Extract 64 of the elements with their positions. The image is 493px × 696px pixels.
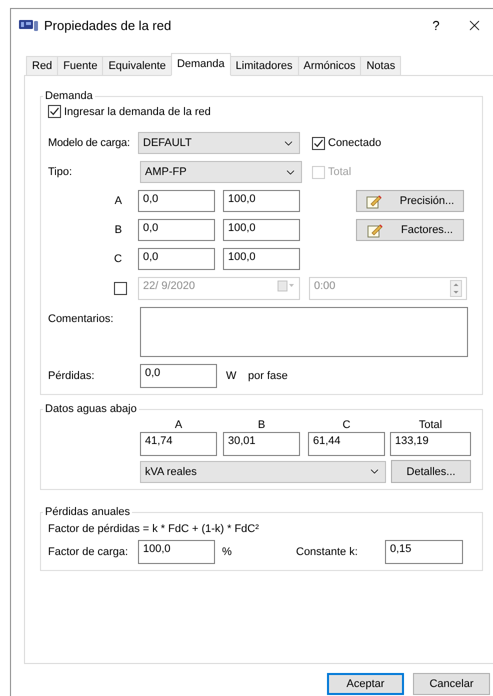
input-field[interactable]: 100,0: [138, 540, 215, 564]
checkbox[interactable]: [312, 136, 325, 150]
input-field[interactable]: 0,0: [140, 364, 217, 388]
field-label: Tipo:: [48, 166, 74, 178]
edit-icon: [366, 194, 382, 208]
dialog-button[interactable]: Aceptar: [327, 673, 404, 695]
edit-icon: [367, 222, 384, 238]
calendar-icon: [277, 280, 295, 292]
load-model-dropdown[interactable]: DEFAULT: [138, 132, 300, 154]
group-title: Demanda: [44, 90, 94, 102]
app-logo-icon: [19, 19, 39, 32]
column-header: B: [258, 419, 266, 431]
field-label: Pérdidas:: [48, 370, 96, 382]
details-button[interactable]: Detalles...: [391, 460, 471, 483]
phase-label: B: [114, 224, 123, 236]
tab[interactable]: Limitadores: [230, 56, 298, 75]
field-label: Factor de carga:: [48, 546, 130, 558]
group-title: Datos aguas abajo: [44, 403, 138, 415]
input-field[interactable]: 100,0: [223, 248, 300, 270]
input-field[interactable]: 0,0: [138, 219, 215, 241]
checkmark-icon: [313, 138, 324, 148]
phase-label: A: [114, 195, 123, 207]
checkmark-icon: [49, 106, 60, 117]
input-field[interactable]: 100,0: [223, 219, 300, 241]
value-field[interactable]: 30,01: [223, 432, 300, 456]
checkbox[interactable]: [114, 282, 127, 295]
unit-label: %: [222, 546, 233, 558]
value-field[interactable]: 133,19: [390, 432, 471, 456]
type-dropdown[interactable]: AMP-FP: [140, 161, 302, 183]
tab[interactable]: Fuente: [57, 56, 104, 75]
checkbox[interactable]: [48, 105, 61, 118]
column-header: Total: [418, 419, 442, 431]
unit-label: W: [226, 370, 238, 382]
tab[interactable]: Armónicos: [298, 56, 362, 75]
dialog-button[interactable]: Cancelar: [413, 673, 490, 695]
spinner-icon: [450, 280, 462, 297]
comments-field[interactable]: [140, 307, 468, 357]
value-field[interactable]: 61,44: [308, 432, 385, 456]
tab[interactable]: Demanda: [170, 53, 231, 76]
input-field[interactable]: 100,0: [223, 190, 300, 212]
window-title: Propiedades de la red: [44, 18, 172, 33]
tab[interactable]: Notas: [360, 56, 402, 75]
column-header: A: [174, 419, 182, 431]
tab[interactable]: Equivalente: [102, 56, 172, 75]
field-label: Comentarios:: [48, 313, 114, 325]
phase-label: C: [114, 253, 123, 265]
unit-label: por fase: [248, 370, 288, 382]
column-header: C: [342, 419, 350, 431]
formula-text: Factor de pérdidas = k * FdC + (1-k) * FdC²: [48, 523, 259, 535]
field-label: Constante k:: [296, 546, 359, 558]
checkbox-label: Ingresar la demanda de la red: [64, 106, 211, 118]
tab[interactable]: Red: [26, 56, 58, 75]
action-button[interactable]: Factores...: [356, 219, 464, 241]
action-button[interactable]: Precisión...: [356, 190, 464, 212]
field-label: Modelo de carga:: [48, 137, 131, 149]
input-field[interactable]: 0,0: [138, 248, 215, 270]
input-field[interactable]: 0,15: [385, 540, 463, 564]
unit-dropdown[interactable]: kVA reales: [140, 460, 386, 482]
group-title: Pérdidas anuales: [44, 506, 132, 518]
help-button[interactable]: ?: [416, 18, 456, 33]
input-field[interactable]: 0,0: [138, 190, 215, 212]
checkbox-label: Total: [328, 166, 352, 178]
value-field[interactable]: 41,74: [140, 432, 217, 456]
checkbox-label: Conectado: [328, 137, 382, 149]
